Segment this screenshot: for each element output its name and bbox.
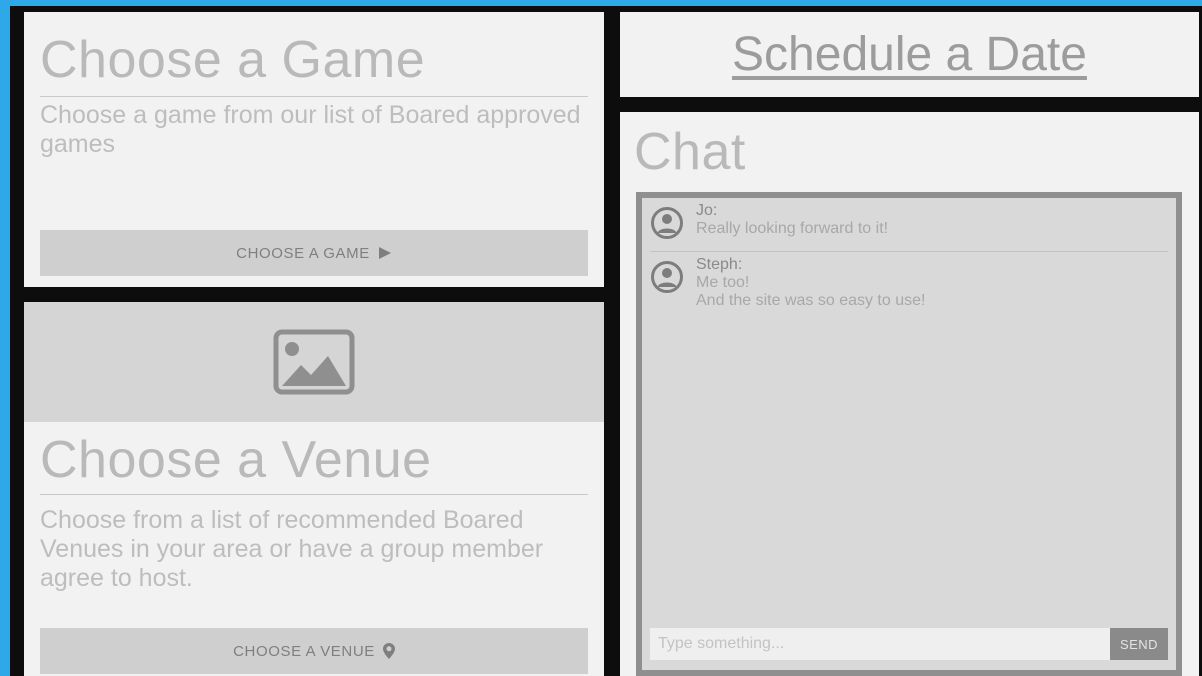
- message-text: Really looking forward to it!: [696, 220, 889, 237]
- chat-message: Steph: Me too! And the site was so easy …: [650, 256, 1168, 310]
- page-gutter: Choose a Game Choose a game from our lis…: [10, 6, 1202, 676]
- venue-image: [24, 302, 604, 422]
- message-body: Jo: Really looking forward to it!: [696, 202, 888, 240]
- chat-box: Jo: Really looking forward to it! Steph:…: [636, 192, 1182, 676]
- chat-message: Jo: Really looking forward to it!: [650, 202, 1168, 240]
- chat-title: Chat: [634, 123, 746, 181]
- message-author: Jo:: [696, 202, 718, 219]
- image-placeholder-icon: [273, 329, 355, 395]
- chat-input-row: SEND: [650, 628, 1168, 660]
- choose-venue-description: Choose from a list of recommended Boared…: [40, 506, 544, 592]
- message-text: Me too!: [696, 274, 750, 291]
- schedule-card: Schedule a Date: [620, 12, 1199, 97]
- choose-venue-title: Choose a Venue: [40, 431, 432, 489]
- user-avatar-icon: [651, 261, 683, 293]
- chat-message-input[interactable]: [650, 628, 1110, 660]
- choose-game-button-label: CHOOSE A GAME: [236, 244, 370, 262]
- choose-venue-divider: [40, 494, 588, 495]
- choose-venue-card: Choose a Venue Choose from a list of rec…: [24, 302, 604, 676]
- choose-game-card: Choose a Game Choose a game from our lis…: [24, 12, 604, 287]
- message-author: Steph:: [696, 256, 743, 273]
- message-body: Steph: Me too! And the site was so easy …: [696, 256, 925, 310]
- user-avatar-icon: [651, 207, 683, 239]
- choose-venue-button-label: CHOOSE A VENUE: [233, 642, 375, 660]
- choose-game-description: Choose a game from our list of Boared ap…: [40, 101, 581, 158]
- message-divider: [650, 251, 1168, 252]
- location-pin-icon: [382, 643, 395, 659]
- send-button[interactable]: SEND: [1110, 628, 1168, 660]
- choose-game-title: Choose a Game: [40, 31, 426, 89]
- choose-game-divider: [40, 96, 588, 97]
- schedule-date-link[interactable]: Schedule a Date: [732, 27, 1087, 82]
- chat-card: Chat Jo: Really looking forward to it! S…: [620, 112, 1199, 676]
- choose-venue-button[interactable]: CHOOSE A VENUE: [40, 628, 588, 674]
- choose-game-button[interactable]: CHOOSE A GAME: [40, 230, 588, 276]
- play-arrow-icon: [378, 247, 391, 259]
- message-text: And the site was so easy to use!: [696, 292, 926, 309]
